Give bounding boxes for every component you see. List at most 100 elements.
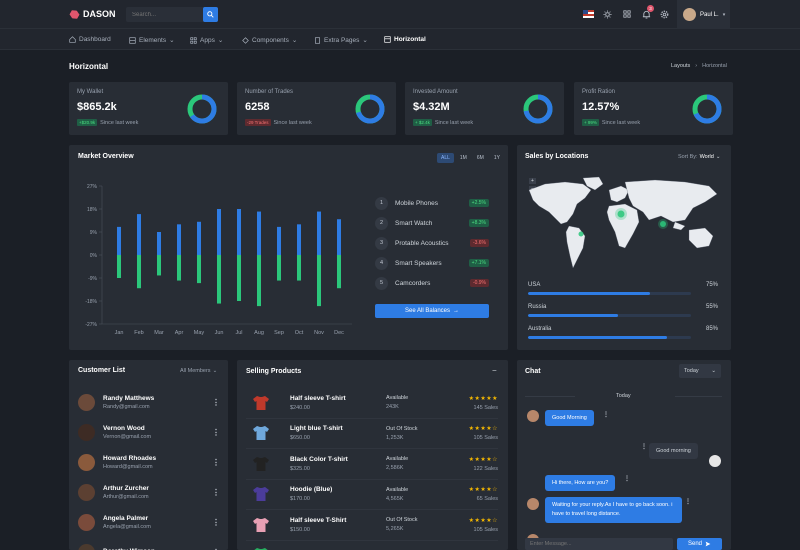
minimize-icon[interactable]: − xyxy=(492,366,497,375)
send-button[interactable]: Send xyxy=(677,538,722,550)
message-menu-icon[interactable]: ⋮ xyxy=(685,498,691,505)
chat-message-input[interactable] xyxy=(525,538,665,550)
x-tick-label: Jun xyxy=(215,330,224,336)
filter-all[interactable]: ALL xyxy=(437,153,454,163)
balance-row[interactable]: 3 Protable Acoustics -3.6% xyxy=(375,233,489,253)
nav-dashboard[interactable]: Dashboard xyxy=(69,36,111,43)
stat-badge: + $2.4k xyxy=(413,119,432,126)
bar-positive xyxy=(137,214,141,255)
balance-name: Camcorders xyxy=(395,279,431,287)
product-price: $325.00 xyxy=(290,465,310,472)
search-button[interactable] xyxy=(203,7,218,22)
sort-dropdown[interactable]: Sort By: World ⌄ xyxy=(678,154,720,160)
location-percent: 55% xyxy=(705,304,718,310)
more-options-icon[interactable]: ⋮ xyxy=(212,458,220,467)
product-row[interactable]: Black Color T-shirt $325.00 Available 2,… xyxy=(246,449,498,480)
nav-components[interactable]: Components ⌄ xyxy=(242,36,297,44)
brand-logo[interactable]: DASON xyxy=(70,9,116,19)
search-input[interactable] xyxy=(126,11,204,18)
customer-email: Vernon@gmail.com xyxy=(103,433,152,440)
stat-badge: + 99% xyxy=(582,119,599,126)
balance-name: Protable Acoustics xyxy=(395,239,449,247)
balance-row[interactable]: 1 Mobile Phones +2.5% xyxy=(375,193,489,213)
gear-icon[interactable] xyxy=(659,9,669,19)
y-tick-label: 18% xyxy=(87,207,98,213)
product-name: Black Color T-shirt xyxy=(290,455,348,463)
filter-6m[interactable]: 6M xyxy=(473,153,488,163)
nav-label: Extra Pages xyxy=(324,36,360,44)
nav-elements[interactable]: Elements ⌄ xyxy=(129,36,175,44)
more-options-icon[interactable]: ⋮ xyxy=(212,488,220,497)
button-label: See All Balances xyxy=(404,308,451,314)
filter-1m[interactable]: 1M xyxy=(456,153,471,163)
nav-apps[interactable]: Apps ⌄ xyxy=(190,36,223,44)
balance-number: 3 xyxy=(375,236,388,250)
stat-value: 12.57% xyxy=(582,101,620,113)
product-status: Available xyxy=(386,486,409,493)
rating-stars: ★★★★☆ xyxy=(468,517,498,524)
breadcrumb-separator: › xyxy=(695,63,698,69)
message-menu-icon[interactable]: ⋮ xyxy=(641,443,647,450)
stat-badge: +$20.9k xyxy=(77,119,98,126)
product-row[interactable]: Hoodie (Blue) $170.00 Available 4,565K ★… xyxy=(246,480,498,510)
x-tick-label: Mar xyxy=(154,330,164,336)
location-name: Australia xyxy=(528,326,552,332)
product-row[interactable]: Green color T-shirt Available ★★★★☆ xyxy=(246,541,498,550)
sun-icon[interactable] xyxy=(602,9,612,19)
bar-positive xyxy=(157,232,161,255)
customer-row[interactable]: Arthur Zurcher Arthur@gmail.com ⋮ xyxy=(78,477,220,507)
chat-filter-label: Today xyxy=(684,368,699,374)
more-options-icon[interactable]: ⋮ xyxy=(212,518,220,527)
members-filter-label: All Members xyxy=(180,368,211,374)
customer-row[interactable]: Angela Palmer Angela@gmail.com ⋮ xyxy=(78,507,220,537)
message-menu-icon[interactable]: ⋮ xyxy=(624,475,630,482)
send-label: Send xyxy=(687,541,702,547)
nav-extra-pages[interactable]: Extra Pages ⌄ xyxy=(314,36,368,44)
product-row[interactable]: Half sleeve T-Shirt $150.00 Out Of Stock… xyxy=(246,510,498,541)
customer-row[interactable]: Howard Rhoades Howard@gmail.com ⋮ xyxy=(78,447,220,477)
location-progress-fill xyxy=(528,314,618,317)
more-options-icon[interactable]: ⋮ xyxy=(212,428,220,437)
location-percent: 85% xyxy=(705,326,718,332)
stat-value: $865.2k xyxy=(77,101,117,113)
see-all-balances-button[interactable]: See All Balances → xyxy=(375,304,489,318)
bar-negative xyxy=(217,255,221,304)
message-menu-icon[interactable]: ⋮ xyxy=(603,411,609,418)
balance-name: Smart Watch xyxy=(395,219,433,227)
product-status: Out Of Stock xyxy=(386,425,418,432)
notification-badge: 3 xyxy=(647,5,654,12)
nav-label: Components xyxy=(252,36,289,44)
us-flag-icon[interactable] xyxy=(583,10,594,18)
chat-date-filter[interactable]: Today ⌄ xyxy=(679,364,721,378)
more-options-icon[interactable]: ⋮ xyxy=(212,398,220,407)
filter-1y[interactable]: 1Y xyxy=(490,153,504,163)
product-row[interactable]: Light blue T-shirt $650.00 Out Of Stock … xyxy=(246,419,498,449)
customer-row[interactable]: Randy Matthews Randy@gmail.com ⋮ xyxy=(78,387,220,417)
customer-row[interactable]: Dorothy Wimson ⋮ xyxy=(78,537,220,550)
bar-positive xyxy=(177,224,181,255)
x-tick-label: Apr xyxy=(175,330,184,336)
x-tick-label: Sep xyxy=(274,330,284,336)
balance-row[interactable]: 4 Smart Speakers +7.1% xyxy=(375,253,489,273)
stat-change: +$20.9k Since last week xyxy=(77,119,138,126)
balance-number: 4 xyxy=(375,256,388,270)
nav-horizontal[interactable]: Horizontal xyxy=(384,36,426,43)
customer-name: Arthur Zurcher xyxy=(103,484,149,492)
selling-products-title: Selling Products xyxy=(246,368,302,375)
apps-grid-icon[interactable] xyxy=(622,9,632,19)
breadcrumb-parent[interactable]: Layouts xyxy=(671,63,690,69)
product-row[interactable]: Half sleeve T-shirt $240.00 Available 24… xyxy=(246,388,498,419)
stat-label: Invested Amount xyxy=(413,89,458,95)
chat-message: Good morning xyxy=(649,443,698,459)
market-filters: ALL 1M 6M 1Y xyxy=(437,153,504,163)
product-quantity: 4,565K xyxy=(386,495,404,502)
members-filter[interactable]: All Members ⌄ xyxy=(180,368,217,374)
balance-row[interactable]: 2 Smart Watch +8.3% xyxy=(375,213,489,233)
stat-label: Number of Trades xyxy=(245,89,294,95)
chevron-down-icon: ⌄ xyxy=(711,368,716,374)
balance-change: -0.9% xyxy=(469,279,489,287)
customer-row[interactable]: Vernon Wood Vernon@gmail.com ⋮ xyxy=(78,417,220,447)
x-tick-label: Aug xyxy=(254,330,264,336)
balance-row[interactable]: 5 Camcorders -0.9% xyxy=(375,273,489,293)
user-menu[interactable]: Paul L. ▾ xyxy=(677,0,730,29)
